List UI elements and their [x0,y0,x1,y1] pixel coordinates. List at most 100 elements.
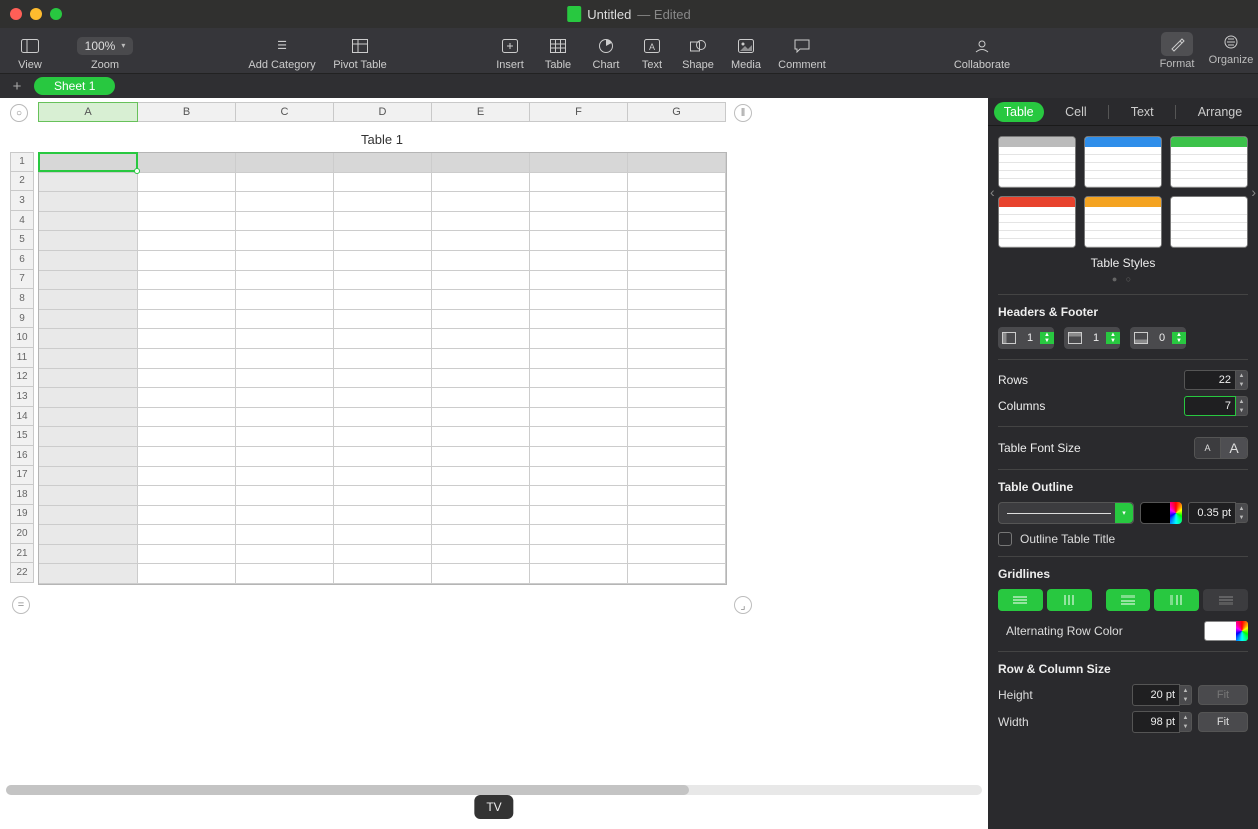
cell[interactable] [138,388,236,408]
cell[interactable] [530,545,628,565]
row-header[interactable]: 11 [10,348,34,368]
cell[interactable] [138,564,236,584]
table-grid[interactable] [38,152,727,585]
gridlines-footer[interactable] [1203,589,1248,611]
view-icon[interactable] [21,39,39,53]
cell[interactable] [138,506,236,526]
cell[interactable] [334,349,432,369]
cell[interactable] [432,329,530,349]
cell[interactable] [628,506,726,526]
column-header-C[interactable]: C [236,102,334,122]
cell[interactable] [628,369,726,389]
row-header[interactable]: 1 [10,152,34,172]
cell[interactable] [39,564,138,584]
cell[interactable] [334,369,432,389]
footer-rows-stepper[interactable]: 0 ▲▼ [1130,327,1186,349]
cell[interactable] [138,408,236,428]
column-header-B[interactable]: B [138,102,236,122]
cell[interactable] [236,506,334,526]
cell[interactable] [530,192,628,212]
table-style-green[interactable] [1170,136,1248,188]
cell[interactable] [39,506,138,526]
add-sheet-button[interactable]: + [6,77,28,95]
cell[interactable] [236,192,334,212]
organize-button[interactable]: Organize [1204,32,1258,66]
cell[interactable] [39,192,138,212]
cell[interactable] [39,427,138,447]
cell[interactable] [628,310,726,330]
cell[interactable] [530,231,628,251]
cell[interactable] [39,251,138,271]
cell[interactable] [236,369,334,389]
table-style-blue[interactable] [1084,136,1162,188]
rows-input[interactable]: ▲▼ [1184,370,1248,390]
row-header[interactable]: 9 [10,309,34,329]
cell[interactable] [530,564,628,584]
cell[interactable] [432,486,530,506]
cell[interactable] [39,310,138,330]
cell[interactable] [628,467,726,487]
text-icon[interactable]: A [644,39,660,53]
row-header[interactable]: 10 [10,328,34,348]
cell[interactable] [138,271,236,291]
window-close-button[interactable] [10,8,22,20]
cell[interactable] [138,153,236,173]
cell[interactable] [334,192,432,212]
cell[interactable] [628,564,726,584]
col-width-fit-button[interactable]: Fit [1198,712,1248,732]
cell[interactable] [334,271,432,291]
cell[interactable] [334,329,432,349]
media-icon[interactable] [738,39,754,53]
add-column-handle[interactable]: ‖ [734,104,752,122]
cell[interactable] [138,349,236,369]
cell[interactable] [334,388,432,408]
cell[interactable] [628,153,726,173]
cell[interactable] [530,525,628,545]
cell[interactable] [236,564,334,584]
outline-width-field[interactable]: 0.35 pt▲▼ [1188,502,1248,524]
cell[interactable] [628,192,726,212]
cell[interactable] [39,212,138,232]
cell[interactable] [530,271,628,291]
cell[interactable] [334,173,432,193]
cell[interactable] [334,408,432,428]
cell[interactable] [236,212,334,232]
cell[interactable] [334,290,432,310]
gridlines-header-h[interactable] [1106,589,1151,611]
cell[interactable] [432,525,530,545]
cell[interactable] [138,251,236,271]
outline-title-checkbox[interactable] [998,532,1012,546]
row-height-fit-button[interactable]: Fit [1198,685,1248,705]
format-button[interactable]: Format [1150,32,1204,70]
cell[interactable] [530,427,628,447]
columns-input[interactable]: ▲▼ [1184,396,1248,416]
row-header[interactable]: 16 [10,446,34,466]
cell[interactable] [530,310,628,330]
inspector-tab-cell[interactable]: Cell [1055,102,1097,122]
inspector-tab-text[interactable]: Text [1121,102,1164,122]
row-header[interactable]: 13 [10,387,34,407]
cell[interactable] [628,545,726,565]
comment-icon[interactable] [794,39,810,53]
cell[interactable] [432,427,530,447]
row-header[interactable]: 15 [10,426,34,446]
outline-style-dropdown[interactable]: ▾ [998,502,1134,524]
cell[interactable] [628,447,726,467]
row-headers[interactable]: 12345678910111213141516171819202122 [10,152,34,583]
cell[interactable] [39,349,138,369]
cell[interactable] [138,545,236,565]
insert-icon[interactable] [502,39,518,53]
cell[interactable] [138,192,236,212]
cell[interactable] [39,231,138,251]
cell[interactable] [39,329,138,349]
cell[interactable] [432,467,530,487]
cell[interactable] [334,310,432,330]
cell[interactable] [432,408,530,428]
row-header[interactable]: 20 [10,524,34,544]
sheet-tab-active[interactable]: Sheet 1 [34,77,115,95]
cell[interactable] [432,447,530,467]
cell[interactable] [530,349,628,369]
column-header-D[interactable]: D [334,102,432,122]
cell[interactable] [236,329,334,349]
cell[interactable] [236,153,334,173]
